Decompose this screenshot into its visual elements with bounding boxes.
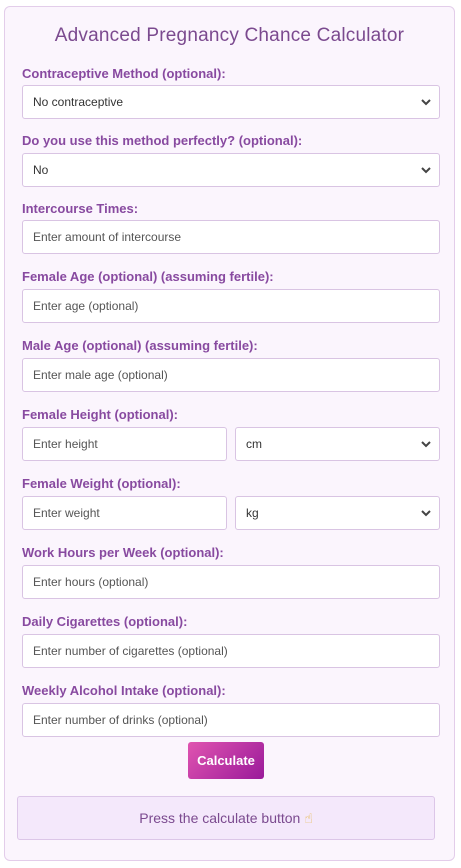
weight-unit-select[interactable]: kg <box>235 496 440 530</box>
height-unit-select[interactable]: cm <box>235 427 440 461</box>
calculator-card: Advanced Pregnancy Chance Calculator Con… <box>4 6 455 861</box>
chevron-down-icon <box>421 510 431 517</box>
chevron-down-icon <box>421 99 431 106</box>
pointing-hand-icon: ☝ <box>304 810 313 826</box>
work-hours-input[interactable]: Enter hours (optional) <box>22 565 440 599</box>
intercourse-label: Intercourse Times: <box>22 201 139 216</box>
female-height-label: Female Height (optional): <box>22 407 178 422</box>
male-age-input[interactable]: Enter male age (optional) <box>22 358 440 392</box>
perfect-use-select[interactable]: No <box>22 153 440 187</box>
female-weight-label: Female Weight (optional): <box>22 476 181 491</box>
height-unit-value: cm <box>246 437 262 451</box>
contraceptive-label: Contraceptive Method (optional): <box>22 66 226 81</box>
perfect-use-value: No <box>33 163 49 177</box>
cigarettes-label: Daily Cigarettes (optional): <box>22 614 188 629</box>
cigarettes-input[interactable]: Enter number of cigarettes (optional) <box>22 634 440 668</box>
intercourse-input[interactable]: Enter amount of intercourse <box>22 220 440 254</box>
result-box: Press the calculate button ☝ <box>17 796 435 840</box>
result-text: Press the calculate button <box>139 810 301 826</box>
page-title: Advanced Pregnancy Chance Calculator <box>54 25 405 46</box>
female-age-input[interactable]: Enter age (optional) <box>22 289 440 323</box>
chevron-down-icon <box>421 167 431 174</box>
female-weight-input[interactable]: Enter weight <box>22 496 227 530</box>
female-height-input[interactable]: Enter height <box>22 427 227 461</box>
calculate-button[interactable]: Calculate <box>188 742 264 779</box>
alcohol-input[interactable]: Enter number of drinks (optional) <box>22 703 440 737</box>
contraceptive-value: No contraceptive <box>33 95 124 109</box>
contraceptive-select[interactable]: No contraceptive <box>22 85 440 119</box>
perfect-use-label: Do you use this method perfectly? (optio… <box>22 133 303 148</box>
work-hours-label: Work Hours per Week (optional): <box>22 545 224 560</box>
chevron-down-icon <box>421 441 431 448</box>
weight-unit-value: kg <box>246 506 259 520</box>
female-age-label: Female Age (optional) (assuming fertile)… <box>22 269 274 284</box>
male-age-label: Male Age (optional) (assuming fertile): <box>22 338 258 353</box>
alcohol-label: Weekly Alcohol Intake (optional): <box>22 683 226 698</box>
